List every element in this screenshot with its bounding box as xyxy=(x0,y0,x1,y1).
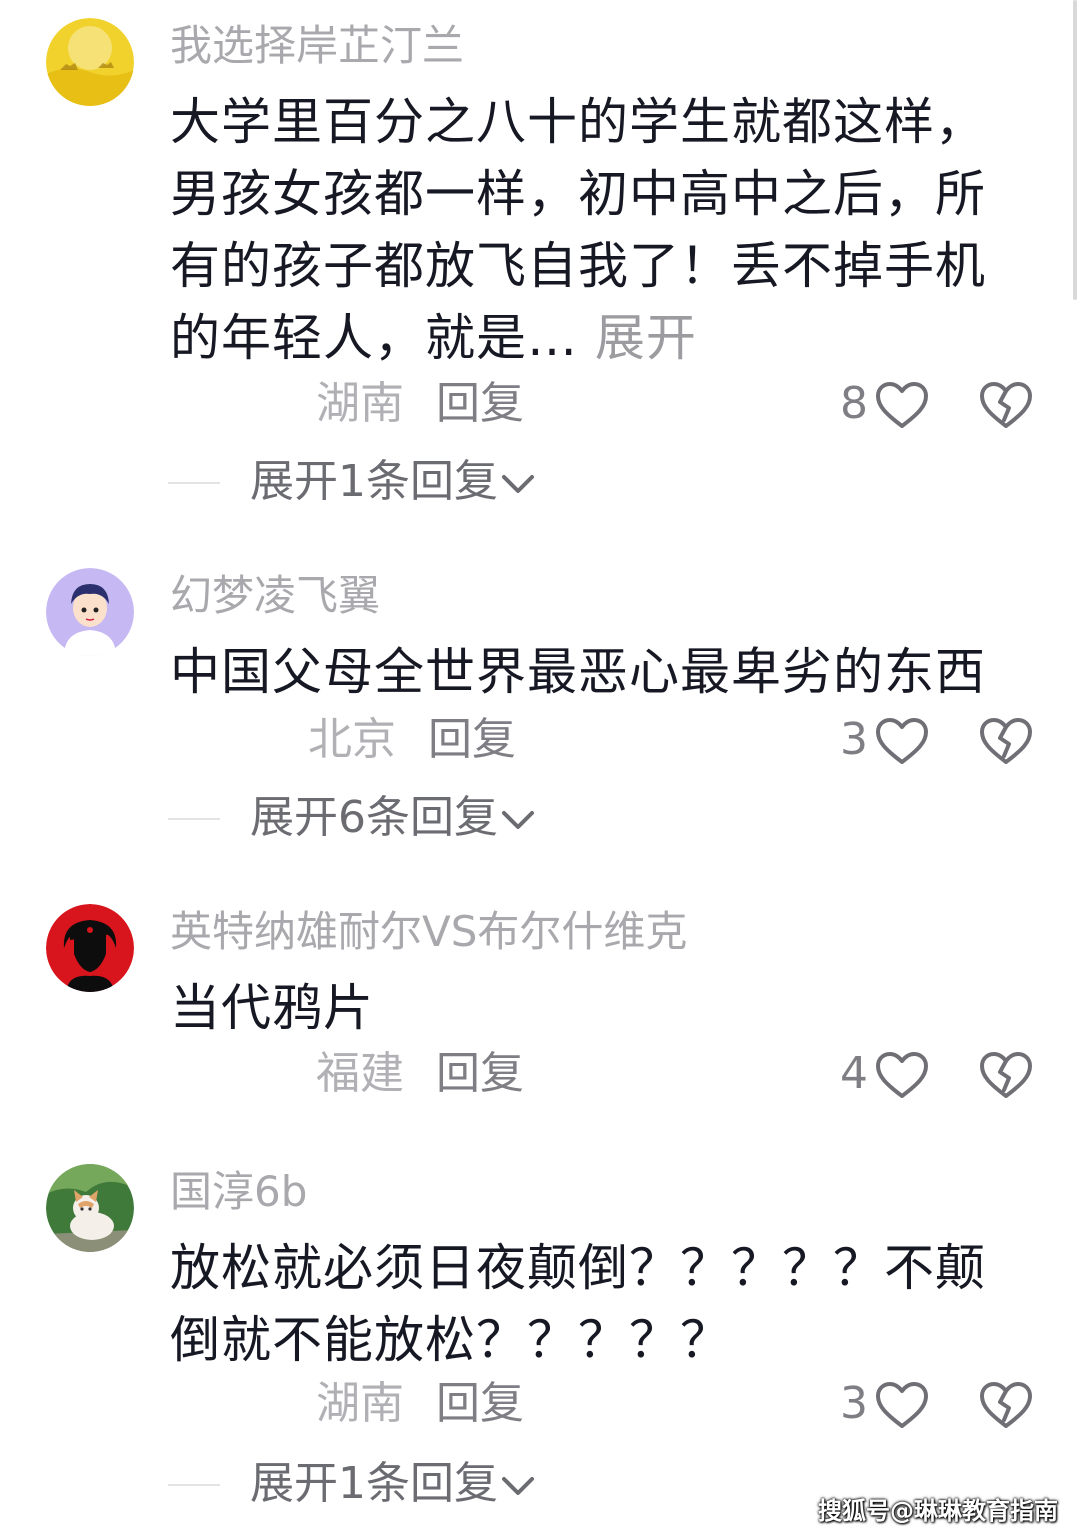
divider-line xyxy=(168,482,220,484)
comment-body: 当代鸦片 xyxy=(170,979,374,1037)
comment-location: 北京 xyxy=(308,714,396,765)
comment-location: 湖南 xyxy=(316,1378,404,1429)
avatar[interactable] xyxy=(46,568,134,656)
broken-heart-icon[interactable] xyxy=(978,1380,1034,1430)
comment-text: 放松就必须日夜颠倒？？？？？不颠倒就不能放松？？？？？ xyxy=(170,1232,1010,1376)
divider-line xyxy=(168,1484,220,1486)
comment-text: 中国父母全世界最恶心最卑劣的东西 xyxy=(170,636,1010,708)
expand-replies-label: 展开1条回复 xyxy=(250,456,498,507)
broken-heart-icon[interactable] xyxy=(978,380,1034,430)
heart-outline-icon[interactable] xyxy=(874,1050,930,1100)
comment-username[interactable]: 幻梦凌飞翼 xyxy=(170,570,380,622)
chevron-down-icon xyxy=(502,1477,534,1495)
expand-replies[interactable]: 展开1条回复 xyxy=(0,454,1080,510)
comment-text: 当代鸦片 xyxy=(170,972,1010,1044)
comment-body: 中国父母全世界最恶心最卑劣的东西 xyxy=(170,643,986,701)
reply-button[interactable]: 回复 xyxy=(436,374,524,434)
comment-username[interactable]: 国淳6b xyxy=(170,1166,307,1218)
chevron-down-icon xyxy=(502,811,534,829)
comment-location: 福建 xyxy=(316,1048,404,1099)
expand-replies-button[interactable]: 展开1条回复 xyxy=(250,454,538,510)
comment-username[interactable]: 英特纳雄耐尔VS布尔什维克 xyxy=(170,906,687,958)
comment-location: 湖南 xyxy=(316,378,404,429)
broken-heart-icon[interactable] xyxy=(978,1050,1034,1100)
divider-line xyxy=(168,818,220,820)
comment-item: 幻梦凌飞翼 中国父母全世界最恶心最卑劣的东西 北京 回复 3 展开6条回复 xyxy=(0,550,1080,870)
expand-replies-button[interactable]: 展开1条回复 xyxy=(250,1456,538,1512)
like-count: 3 xyxy=(840,714,868,765)
expand-comment-link[interactable]: 展开 xyxy=(578,309,697,367)
broken-heart-icon[interactable] xyxy=(978,716,1034,766)
comment-meta: 湖南 回复 3 xyxy=(0,1374,1080,1434)
chevron-down-icon xyxy=(502,475,534,493)
heart-outline-icon[interactable] xyxy=(874,1380,930,1430)
reply-button[interactable]: 回复 xyxy=(428,710,516,770)
avatar[interactable] xyxy=(46,18,134,106)
avatar[interactable] xyxy=(46,904,134,992)
expand-replies-label: 展开1条回复 xyxy=(250,1458,498,1509)
reply-button[interactable]: 回复 xyxy=(436,1374,524,1434)
comment-item: 英特纳雄耐尔VS布尔什维克 当代鸦片 福建 回复 4 xyxy=(0,886,1080,1116)
expand-replies-label: 展开6条回复 xyxy=(250,792,498,843)
comment-meta: 福建 回复 4 xyxy=(0,1044,1080,1104)
comment-meta: 北京 回复 3 xyxy=(0,710,1080,770)
avatar[interactable] xyxy=(46,1164,134,1252)
heart-outline-icon[interactable] xyxy=(874,716,930,766)
like-count: 3 xyxy=(840,1378,868,1429)
comment-text: 大学里百分之八十的学生就都这样，男孩女孩都一样，初中高中之后，所有的孩子都放飞自… xyxy=(170,86,1010,374)
comment-body: 放松就必须日夜颠倒？？？？？不颠倒就不能放松？？？？？ xyxy=(170,1239,986,1369)
comment-username[interactable]: 我选择岸芷汀兰 xyxy=(170,20,464,72)
comment-item: 我选择岸芷汀兰 大学里百分之八十的学生就都这样，男孩女孩都一样，初中高中之后，所… xyxy=(0,0,1080,520)
comment-item: 国淳6b 放松就必须日夜颠倒？？？？？不颠倒就不能放松？？？？？ 湖南 回复 3… xyxy=(0,1146,1080,1526)
watermark: 搜狐号@琳琳教育指南 xyxy=(818,1497,1058,1525)
expand-replies-button[interactable]: 展开6条回复 xyxy=(250,790,538,846)
reply-button[interactable]: 回复 xyxy=(436,1044,524,1104)
expand-replies[interactable]: 展开6条回复 xyxy=(0,790,1080,846)
like-count: 8 xyxy=(840,378,868,429)
heart-outline-icon[interactable] xyxy=(874,380,930,430)
comment-meta: 湖南 回复 8 xyxy=(0,374,1080,434)
like-count: 4 xyxy=(840,1048,868,1099)
